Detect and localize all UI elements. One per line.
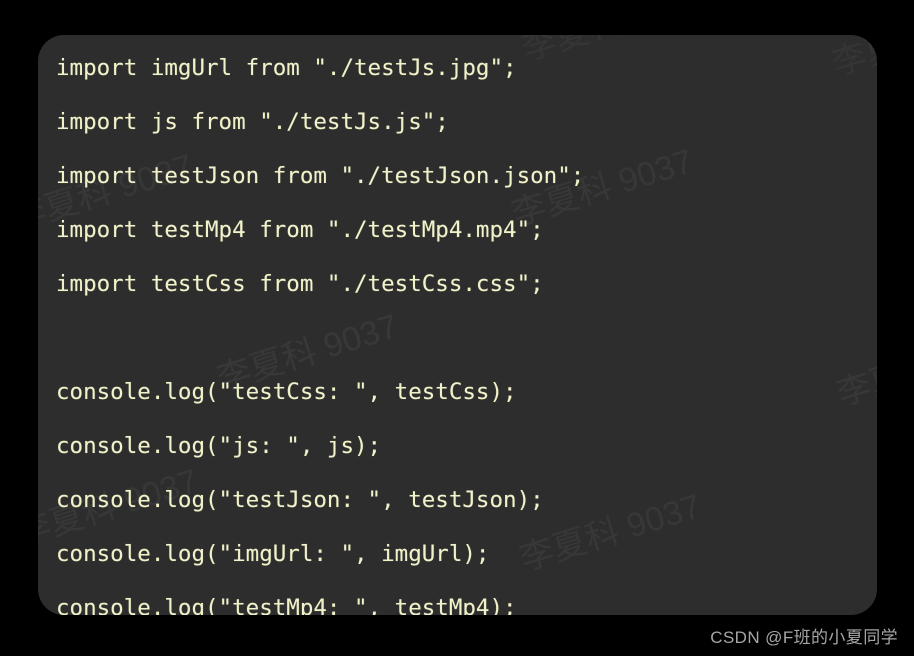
code-line: import testMp4 from "./testMp4.mp4";: [56, 217, 544, 243]
code-line: import js from "./testJs.js";: [56, 109, 449, 135]
screenshot-root: 李夏科 9037李夏科 9037李夏科 9037李夏科 9037李夏科 9037…: [0, 0, 914, 656]
code-line: console.log("js: ", js);: [56, 433, 382, 459]
footer-credit: CSDN @F班的小夏同学: [710, 628, 898, 647]
code-line: import testJson from "./testJson.json";: [56, 163, 585, 189]
code-line: console.log("testJson: ", testJson);: [56, 487, 544, 513]
code-line: console.log("testMp4: ", testMp4);: [56, 595, 517, 615]
code-content: import imgUrl from "./testJs.jpg"; import…: [56, 41, 877, 615]
code-line: import imgUrl from "./testJs.jpg";: [56, 55, 517, 81]
code-line: import testCss from "./testCss.css";: [56, 271, 544, 297]
code-block: 李夏科 9037李夏科 9037李夏科 9037李夏科 9037李夏科 9037…: [38, 35, 877, 615]
code-line: console.log("imgUrl: ", imgUrl);: [56, 541, 490, 567]
code-line: console.log("testCss: ", testCss);: [56, 379, 517, 405]
